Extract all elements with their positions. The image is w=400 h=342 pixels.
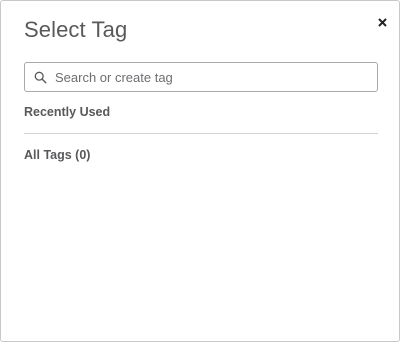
recently-used-heading: Recently Used [24, 105, 111, 119]
search-box[interactable] [24, 62, 378, 92]
close-button[interactable] [375, 15, 389, 29]
search-input[interactable] [51, 64, 377, 90]
close-icon [377, 17, 387, 27]
dialog-title: Select Tag [24, 17, 128, 42]
search-icon [33, 70, 47, 84]
all-tags-heading: All Tags (0) [24, 148, 91, 162]
section-divider [24, 133, 378, 134]
select-tag-dialog: Select Tag Recently Used All Tags (0) [0, 0, 400, 342]
